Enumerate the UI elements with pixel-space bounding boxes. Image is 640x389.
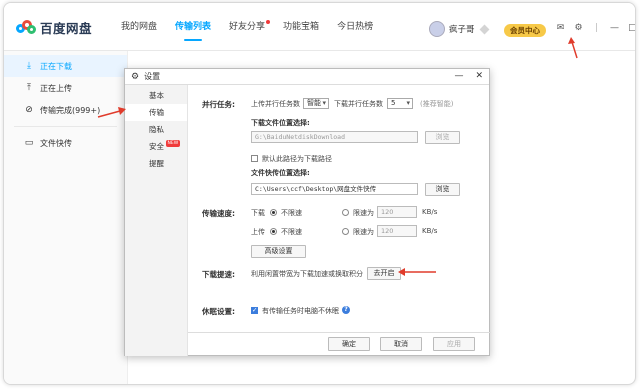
arrow-to-transfer-tab [97,107,126,118]
annotation-arrows [97,37,578,276]
arrow-to-gear [568,37,578,59]
arrow-to-boost-button [398,268,436,276]
